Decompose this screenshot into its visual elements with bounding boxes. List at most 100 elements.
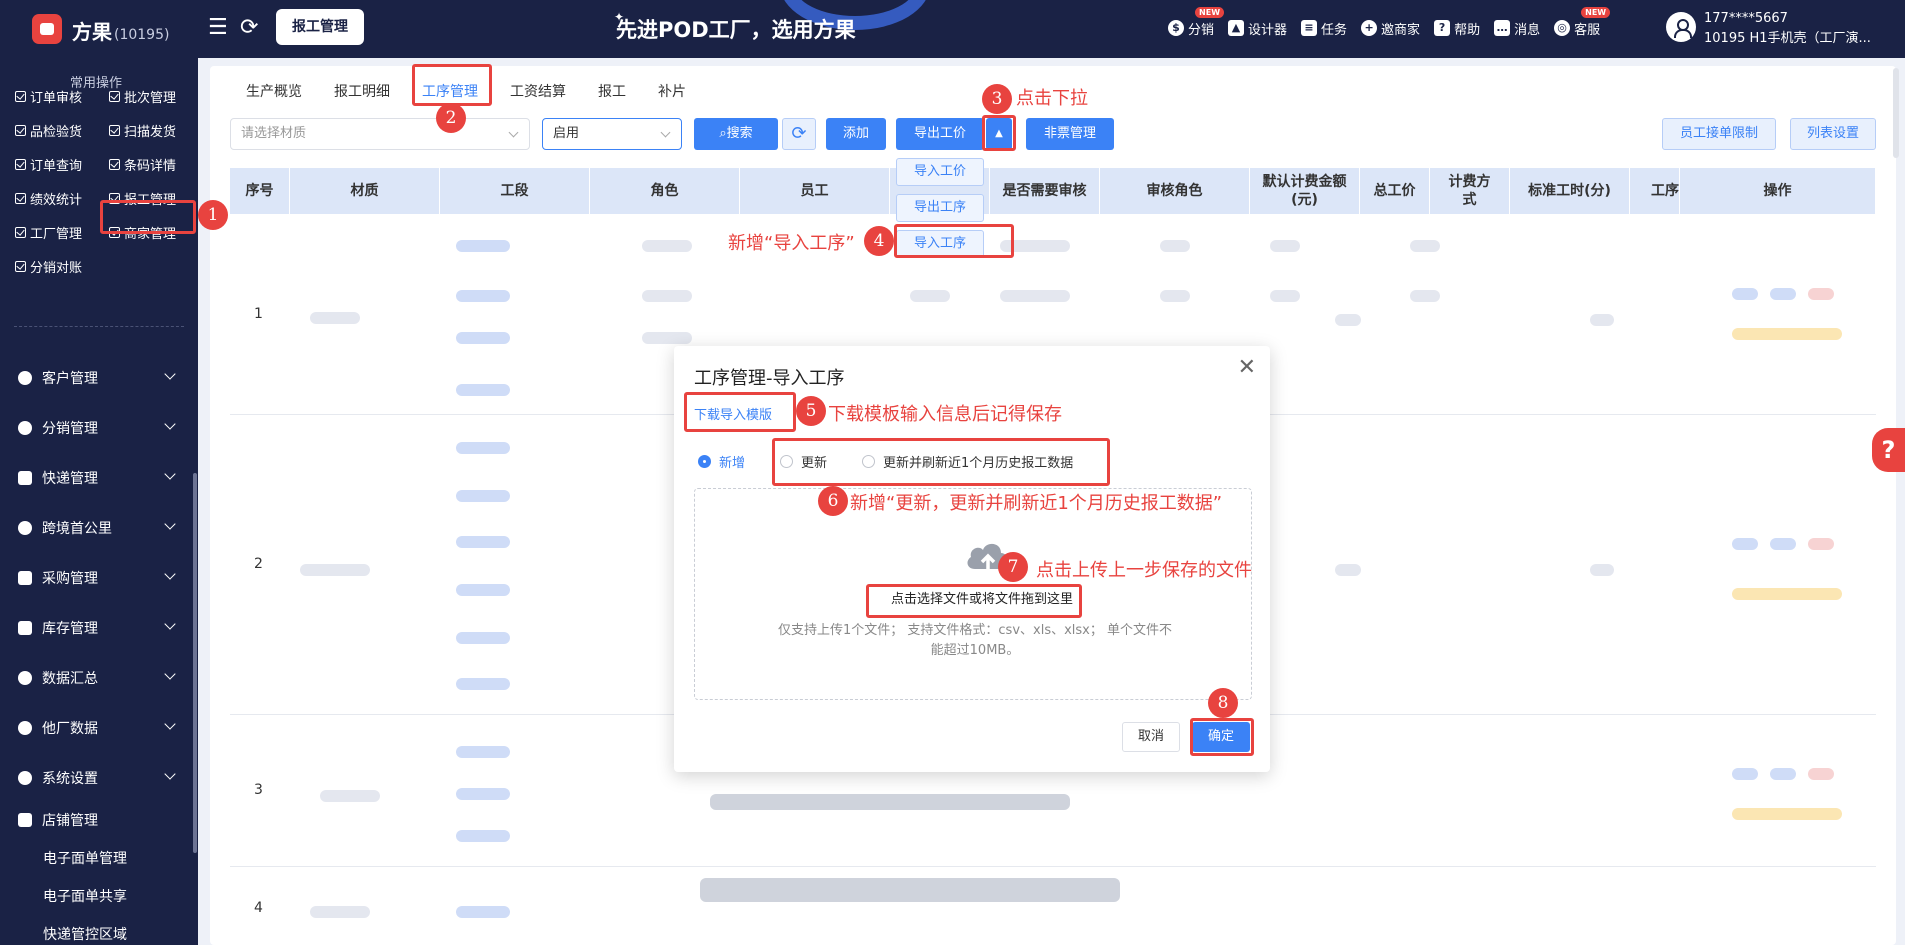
sidebar-scrollbar[interactable]: [193, 473, 197, 853]
quick-link-barcode[interactable]: 条码详情: [109, 155, 176, 174]
note-step-6: 新增“更新，更新并刷新近1个月历史报工数据”: [850, 493, 1223, 514]
highlight-confirm-button: [1190, 718, 1254, 756]
slogan: 先进POD工厂，选用方果: [616, 18, 856, 42]
th-role: 角色: [590, 168, 740, 214]
th-review-role: 审核角色: [1100, 168, 1250, 214]
menu-crossborder[interactable]: 跨境首公里: [18, 518, 178, 538]
menu-distribution[interactable]: 分销管理: [18, 418, 178, 438]
reset-button[interactable]: ⟳: [782, 118, 816, 150]
quick-link-reconcile[interactable]: 分销对账: [15, 257, 82, 276]
status-select[interactable]: 启用: [542, 118, 682, 150]
blurred-cell: [456, 584, 510, 596]
blurred-cell: [1335, 314, 1361, 326]
quick-link-performance[interactable]: 绩效统计: [15, 189, 82, 208]
menu-express[interactable]: 快递管理: [18, 468, 178, 488]
radio-add[interactable]: 新增: [698, 452, 745, 471]
list-settings-button[interactable]: 列表设置: [1790, 118, 1876, 150]
nav-distribution[interactable]: $ 分销 NEW: [1168, 7, 1225, 39]
note-step-5: 下载模板输入信息后记得保存: [828, 404, 1062, 425]
refresh-icon: ⟳: [791, 123, 807, 144]
menu-toggle-icon[interactable]: ☰: [208, 15, 228, 41]
menu-system-settings[interactable]: 系统设置: [18, 768, 178, 788]
nav-help[interactable]: ? 帮助: [1434, 17, 1480, 39]
user-org[interactable]: 10195 H1手机壳（工厂演...: [1704, 27, 1871, 46]
tab-patch[interactable]: 补片: [642, 74, 702, 110]
nav-designer[interactable]: ▲ 设计器: [1228, 17, 1287, 39]
quick-link-order-review[interactable]: 订单审核: [15, 87, 82, 106]
search-button[interactable]: ⌕搜索: [694, 118, 778, 150]
note-step-7: 点击上传上一步保存的文件: [1036, 560, 1252, 581]
chevron-down-icon: [164, 518, 176, 530]
tab-production-overview[interactable]: 生产概览: [230, 74, 318, 110]
help-float-button[interactable]: ?: [1872, 428, 1905, 472]
add-button[interactable]: 添加: [826, 118, 886, 150]
checkbox-icon: [109, 91, 120, 102]
coin-icon: $: [1168, 20, 1184, 36]
submenu-waybill[interactable]: 电子面单管理: [43, 848, 127, 868]
avatar[interactable]: [1666, 12, 1696, 42]
sidebar: 常用操作 订单审核 批次管理 品检验货 扫描发货 订单查询 条码详情 绩效统计 …: [0, 58, 198, 945]
th-staff: 员工: [740, 168, 890, 214]
th-default-amount: 默认计费金额(元): [1250, 168, 1360, 214]
menu-inventory[interactable]: 库存管理: [18, 618, 178, 638]
quick-link-factory[interactable]: 工厂管理: [15, 223, 82, 242]
sidebar-divider: [14, 326, 184, 327]
blurred-cell: [1270, 290, 1300, 302]
non-ticket-button[interactable]: 非票管理: [1026, 118, 1114, 150]
message-icon: …: [1494, 20, 1511, 36]
th-total-price: 总工价: [1360, 168, 1430, 214]
cancel-button[interactable]: 取消: [1122, 722, 1180, 752]
menu-store[interactable]: 店铺管理: [18, 810, 178, 830]
menu-data-summary[interactable]: 数据汇总: [18, 668, 178, 688]
blurred-cell: [456, 536, 510, 548]
th-standard-hours: 标准工时(分): [1510, 168, 1630, 214]
tab-report-detail[interactable]: 报工明细: [318, 74, 406, 110]
tab-report[interactable]: 报工: [582, 74, 642, 110]
export-price-button[interactable]: 导出工价: [896, 118, 984, 150]
menu-other-factory[interactable]: 他厂数据: [18, 718, 178, 738]
quick-link-order-query[interactable]: 订单查询: [15, 155, 82, 174]
dialog-title: 工序管理-导入工序: [694, 368, 845, 389]
blurred-cell: [456, 746, 510, 758]
refresh-icon[interactable]: ⟳: [240, 15, 258, 41]
staff-limit-button[interactable]: 员工接单限制: [1662, 118, 1776, 150]
blurred-cell: [642, 290, 692, 302]
chevron-down-icon: [508, 127, 519, 138]
highlight-process-tab: [412, 64, 492, 106]
question-icon: ?: [1881, 436, 1896, 464]
close-icon[interactable]: ✕: [1238, 356, 1256, 380]
tab-report-management[interactable]: 报工管理: [276, 9, 364, 45]
blurred-cell: [456, 240, 510, 252]
tab-salary-settlement[interactable]: 工资结算: [494, 74, 582, 110]
blurred-cell: [456, 442, 510, 454]
blurred-cell: [300, 564, 370, 576]
chevron-down-icon: [164, 668, 176, 680]
quick-link-inspection[interactable]: 品检验货: [15, 121, 82, 140]
blurred-cell: [320, 790, 380, 802]
nav-task[interactable]: ≡ 任务: [1301, 17, 1347, 39]
dropdown-import-price[interactable]: 导入工价: [896, 158, 984, 186]
step-badge-7: 7: [998, 552, 1028, 582]
submenu-express-control[interactable]: 快递管控区域: [43, 924, 127, 944]
dropdown-export-process[interactable]: 导出工序: [896, 194, 984, 222]
blurred-cell: [456, 788, 510, 800]
submenu-waybill-share[interactable]: 电子面单共享: [43, 886, 127, 906]
blurred-tag: [1732, 328, 1842, 340]
checkbox-icon: [15, 125, 26, 136]
chevron-down-icon: [660, 127, 671, 138]
nav-customer-service[interactable]: ◎ 客服 NEW: [1554, 7, 1611, 39]
blurred-cell: [456, 332, 510, 344]
material-select[interactable]: 请选择材质: [230, 118, 530, 150]
page-scrollbar[interactable]: [1893, 68, 1899, 158]
menu-customer[interactable]: 客户管理: [18, 368, 178, 388]
quick-link-scan-ship[interactable]: 扫描发货: [109, 121, 176, 140]
menu-purchase[interactable]: 采购管理: [18, 568, 178, 588]
top-bar: 方果 (10195) ☰ ⟳ 报工管理 ✦ 先进POD工厂，选用方果 $ 分销 NEW…: [0, 0, 1905, 58]
blurred-cell: [456, 830, 510, 842]
chevron-down-icon: [164, 568, 176, 580]
th-index: 序号: [230, 168, 290, 214]
nav-message[interactable]: … 消息: [1494, 17, 1540, 39]
quick-link-batch[interactable]: 批次管理: [109, 87, 176, 106]
nav-invite-merchant[interactable]: + 邀商家: [1361, 17, 1420, 39]
user-phone: 177****5667: [1704, 11, 1788, 26]
